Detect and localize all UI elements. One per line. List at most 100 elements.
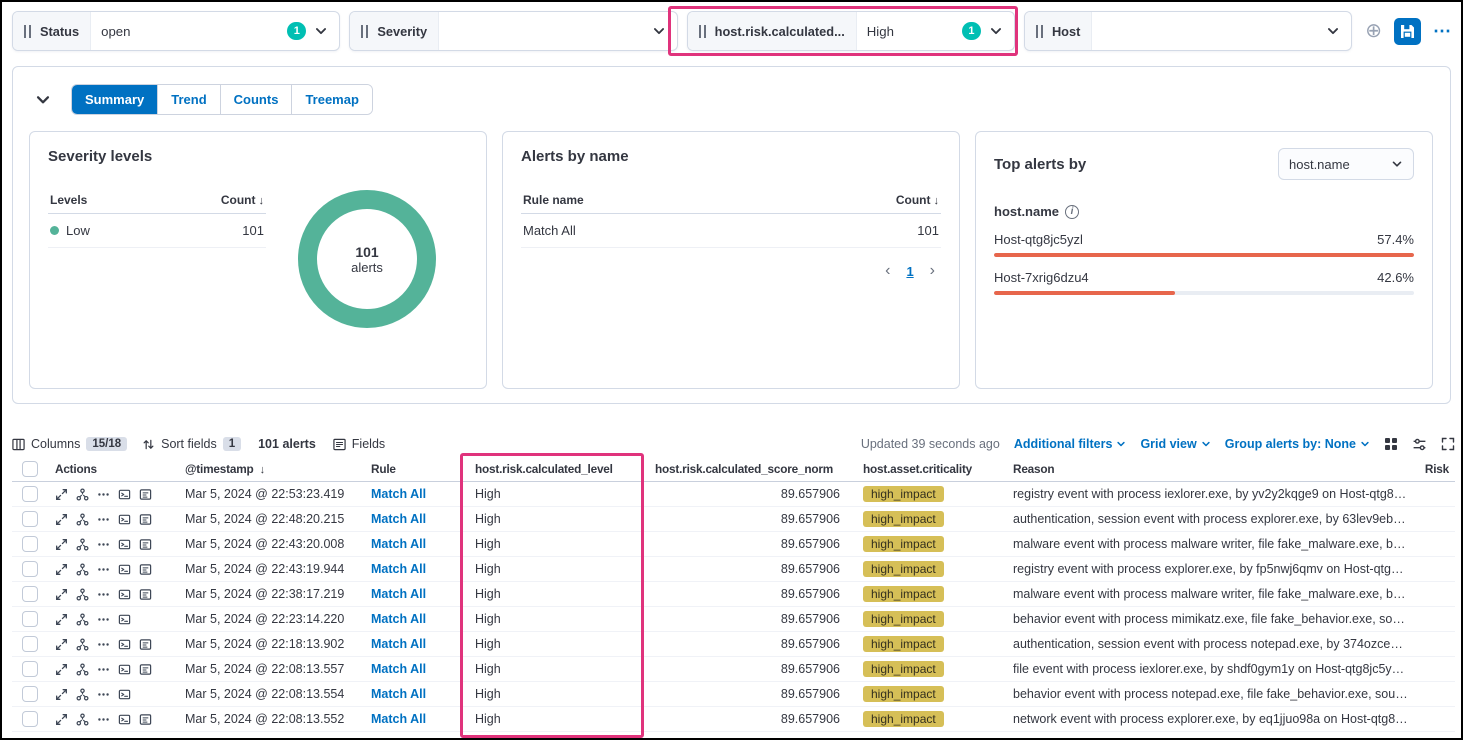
row-checkbox[interactable] [22, 661, 38, 677]
info-icon[interactable]: i [1065, 205, 1079, 219]
filter-host-risk-level[interactable]: host.risk.calculated... High 1 [687, 11, 1015, 51]
session-view-icon[interactable] [118, 563, 131, 576]
investigate-timeline-icon[interactable] [139, 588, 152, 601]
session-view-icon[interactable] [118, 713, 131, 726]
filter-severity[interactable]: Severity [349, 11, 677, 51]
fields-button[interactable]: Fields [333, 437, 385, 451]
analyzer-graph-icon[interactable] [76, 488, 89, 501]
rule-link[interactable]: Match All [364, 537, 468, 551]
analyzer-graph-icon[interactable] [76, 713, 89, 726]
more-actions-icon[interactable] [97, 538, 110, 551]
analyzer-graph-icon[interactable] [76, 513, 89, 526]
rule-link[interactable]: Match All [364, 562, 468, 576]
drag-handle-icon[interactable] [24, 25, 31, 38]
session-view-icon[interactable] [118, 513, 131, 526]
chevron-down-icon[interactable] [314, 24, 328, 38]
investigate-timeline-icon[interactable] [139, 663, 152, 676]
col-count[interactable]: Count↓ [221, 193, 264, 207]
expand-alert-icon[interactable] [55, 713, 68, 726]
more-actions-icon[interactable] [97, 613, 110, 626]
rule-link[interactable]: Match All [364, 662, 468, 676]
tab-trend[interactable]: Trend [158, 85, 220, 114]
additional-filters-button[interactable]: Additional filters [1014, 437, 1127, 451]
rule-link[interactable]: Match All [364, 612, 468, 626]
chevron-down-icon[interactable] [652, 24, 666, 38]
rule-link[interactable]: Match All [364, 587, 468, 601]
next-page-icon[interactable]: › [930, 262, 935, 280]
analyzer-graph-icon[interactable] [76, 663, 89, 676]
density-icon[interactable] [1384, 437, 1398, 451]
filter-host[interactable]: Host [1024, 11, 1352, 51]
row-checkbox[interactable] [22, 636, 38, 652]
row-checkbox[interactable] [22, 611, 38, 627]
col-timestamp[interactable]: @timestamp ↓ [178, 462, 364, 476]
col-count[interactable]: Count↓ [896, 193, 939, 207]
row-checkbox[interactable] [22, 561, 38, 577]
chevron-down-icon[interactable] [1326, 24, 1340, 38]
expand-alert-icon[interactable] [55, 513, 68, 526]
expand-alert-icon[interactable] [55, 663, 68, 676]
rule-link[interactable]: Match All [364, 712, 468, 726]
chevron-down-icon[interactable] [989, 24, 1003, 38]
more-actions-icon[interactable] [97, 688, 110, 701]
sort-fields-button[interactable]: Sort fields 1 [142, 437, 241, 451]
row-checkbox[interactable] [22, 711, 38, 727]
rule-link[interactable]: Match All [364, 687, 468, 701]
drag-handle-icon[interactable] [1036, 25, 1043, 38]
prev-page-icon[interactable]: ‹ [885, 262, 890, 280]
analyzer-graph-icon[interactable] [76, 688, 89, 701]
investigate-timeline-icon[interactable] [139, 488, 152, 501]
investigate-timeline-icon[interactable] [139, 563, 152, 576]
session-view-icon[interactable] [118, 638, 131, 651]
grid-settings-icon[interactable] [1412, 437, 1427, 452]
more-actions-icon[interactable] [97, 713, 110, 726]
expand-alert-icon[interactable] [55, 488, 68, 501]
row-checkbox[interactable] [22, 536, 38, 552]
col-risk[interactable]: Risk [1409, 462, 1455, 476]
analyzer-graph-icon[interactable] [76, 538, 89, 551]
more-actions-icon[interactable] [97, 488, 110, 501]
group-alerts-button[interactable]: Group alerts by: None [1225, 437, 1370, 451]
expand-alert-icon[interactable] [55, 563, 68, 576]
add-filter-icon[interactable]: ⊕ [1365, 21, 1382, 41]
col-reason[interactable]: Reason [1006, 462, 1409, 476]
collapse-charts-icon[interactable] [35, 92, 51, 108]
expand-alert-icon[interactable] [55, 613, 68, 626]
investigate-timeline-icon[interactable] [139, 638, 152, 651]
more-actions-icon[interactable] [97, 513, 110, 526]
session-view-icon[interactable] [118, 488, 131, 501]
save-query-icon[interactable] [1394, 18, 1421, 45]
investigate-timeline-icon[interactable] [139, 513, 152, 526]
col-risk-score[interactable]: host.risk.calculated_score_norm [648, 462, 856, 476]
tab-treemap[interactable]: Treemap [292, 85, 371, 114]
rule-link[interactable]: Match All [364, 512, 468, 526]
investigate-timeline-icon[interactable] [139, 538, 152, 551]
analyzer-graph-icon[interactable] [76, 588, 89, 601]
session-view-icon[interactable] [118, 613, 131, 626]
expand-alert-icon[interactable] [55, 588, 68, 601]
drag-handle-icon[interactable] [361, 25, 368, 38]
col-risk-level[interactable]: host.risk.calculated_level [468, 462, 648, 476]
row-checkbox[interactable] [22, 511, 38, 527]
rule-link[interactable]: Match All [364, 637, 468, 651]
rule-link[interactable]: Match All [364, 487, 468, 501]
analyzer-graph-icon[interactable] [76, 638, 89, 651]
more-actions-icon[interactable] [97, 588, 110, 601]
page-1-button[interactable]: 1 [906, 264, 913, 279]
more-actions-icon[interactable] [97, 563, 110, 576]
query-menu-icon[interactable]: ⋯ [1433, 22, 1451, 40]
analyzer-graph-icon[interactable] [76, 563, 89, 576]
grid-view-button[interactable]: Grid view [1140, 437, 1210, 451]
row-checkbox[interactable] [22, 586, 38, 602]
more-actions-icon[interactable] [97, 663, 110, 676]
col-rule[interactable]: Rule [364, 462, 468, 476]
session-view-icon[interactable] [118, 688, 131, 701]
session-view-icon[interactable] [118, 538, 131, 551]
expand-alert-icon[interactable] [55, 638, 68, 651]
filter-status[interactable]: Status open 1 [12, 11, 340, 51]
stack-by-select[interactable]: host.name [1278, 148, 1414, 180]
tab-summary[interactable]: Summary [72, 85, 158, 114]
select-all-checkbox[interactable] [22, 461, 38, 477]
expand-alert-icon[interactable] [55, 688, 68, 701]
fullscreen-icon[interactable] [1441, 437, 1455, 451]
